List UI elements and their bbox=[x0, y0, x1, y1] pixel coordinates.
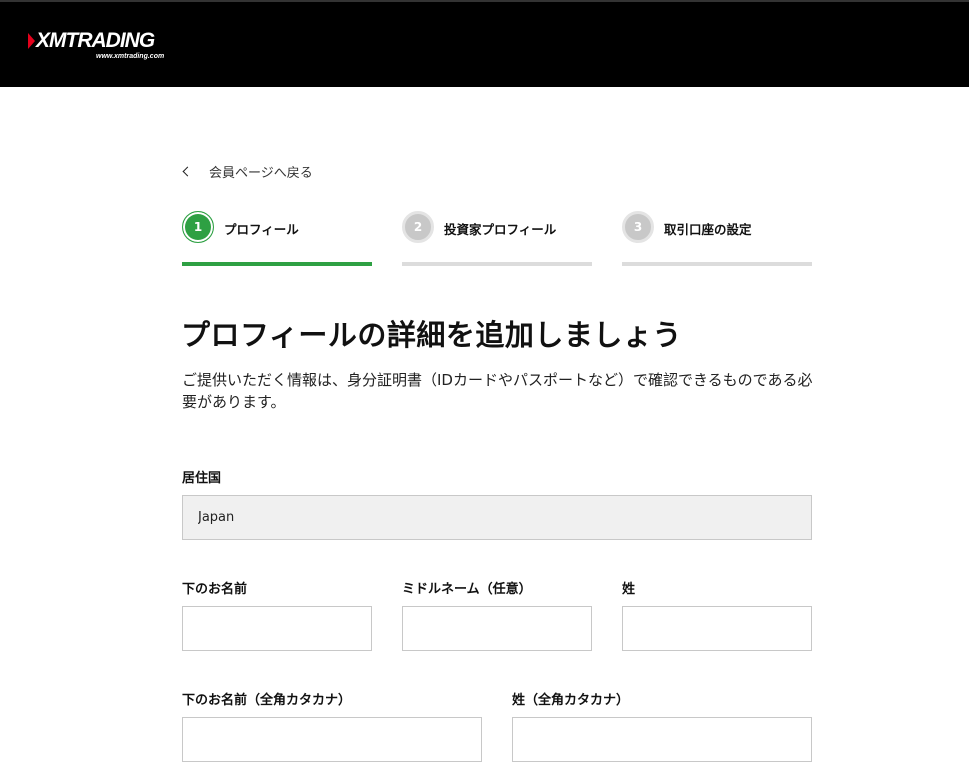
chevron-left-icon bbox=[182, 166, 193, 177]
middle-name-label: ミドルネーム（任意） bbox=[402, 582, 532, 597]
step-number-badge: 2 bbox=[402, 211, 434, 243]
first-name-label: 下のお名前 bbox=[182, 582, 248, 597]
step-label: 投資家プロフィール bbox=[444, 222, 557, 237]
progress-stepper: 1 プロフィール 2 投資家プロフィール 3 取引口座の設定 bbox=[182, 211, 812, 267]
logo-mark-icon bbox=[28, 33, 35, 49]
step-number-badge: 1 bbox=[182, 211, 214, 243]
logo-text: XMTRADING bbox=[36, 29, 155, 52]
step-label: プロフィール bbox=[224, 222, 299, 237]
step-number-badge: 3 bbox=[622, 211, 654, 243]
step-progress-bar bbox=[622, 262, 812, 266]
step-profile: 1 プロフィール bbox=[182, 211, 372, 267]
step-progress-bar bbox=[402, 262, 592, 266]
first-name-kana-field[interactable] bbox=[182, 717, 482, 762]
step-account-settings: 3 取引口座の設定 bbox=[622, 211, 812, 267]
first-name-field[interactable] bbox=[182, 606, 372, 651]
first-name-kana-label: 下のお名前（全角カタカナ） bbox=[182, 693, 352, 708]
country-label: 居住国 bbox=[182, 471, 222, 486]
page-description: ご提供いただく情報は、身分証明書（IDカードやパスポートなど）で確認できるもので… bbox=[182, 371, 813, 411]
logo-url: www.xmtrading.com bbox=[96, 53, 165, 60]
last-name-kana-field[interactable] bbox=[512, 717, 812, 762]
step-investor-profile: 2 投資家プロフィール bbox=[402, 211, 592, 267]
top-header: XMTRADING www.xmtrading.com bbox=[0, 0, 969, 87]
back-to-members-link[interactable]: 会員ページへ戻る bbox=[182, 162, 313, 181]
middle-name-field[interactable] bbox=[402, 606, 592, 651]
xm-logo[interactable]: XMTRADING www.xmtrading.com bbox=[28, 29, 164, 60]
step-label: 取引口座の設定 bbox=[664, 222, 752, 237]
last-name-kana-label: 姓（全角カタカナ） bbox=[512, 693, 630, 708]
page-title: プロフィールの詳細を追加しましょう bbox=[181, 318, 682, 352]
last-name-field[interactable] bbox=[622, 606, 812, 651]
back-link-label: 会員ページへ戻る bbox=[209, 166, 313, 181]
country-field[interactable] bbox=[182, 495, 812, 540]
last-name-label: 姓 bbox=[622, 582, 636, 597]
step-progress-bar bbox=[182, 262, 372, 266]
